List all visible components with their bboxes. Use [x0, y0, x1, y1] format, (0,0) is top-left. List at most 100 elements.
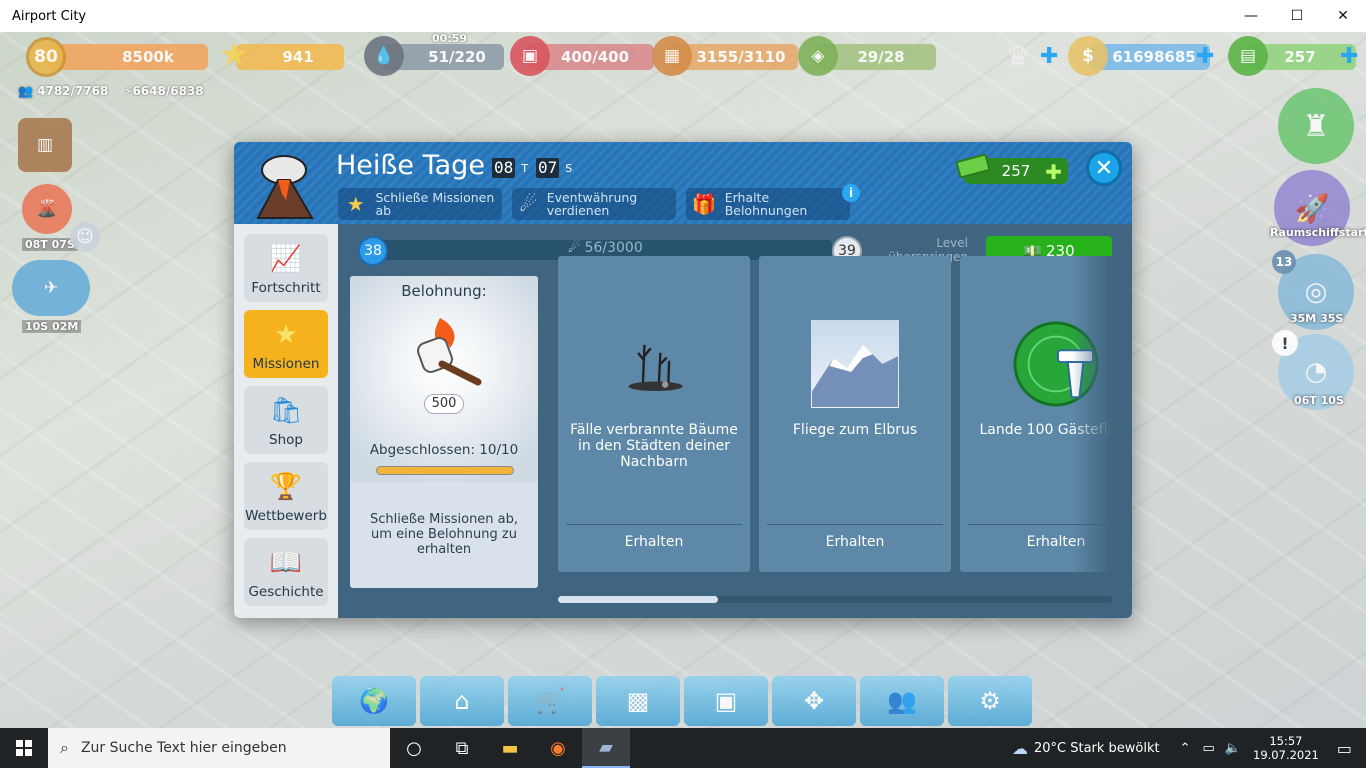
- tab-complete-missions[interactable]: ★ Schließe Missionen ab: [338, 188, 502, 220]
- energy-stat: ⚡6648/6838: [124, 84, 204, 98]
- radar-icon: ◎: [1304, 277, 1328, 307]
- close-dialog-button[interactable]: ✕: [1086, 150, 1122, 186]
- cash-plus-icon[interactable]: ✚: [1340, 44, 1358, 69]
- gauge-icon: ◔: [1304, 357, 1328, 387]
- avatar-icon[interactable]: ☺: [70, 222, 100, 252]
- divider: [566, 524, 742, 525]
- time: 15:57: [1269, 734, 1303, 748]
- current-level: 38: [358, 236, 388, 266]
- device-icon[interactable]: ▭: [1203, 741, 1215, 756]
- nav-item-missions[interactable]: ★ Missionen: [244, 310, 328, 378]
- notification-icon[interactable]: ▭: [1337, 739, 1352, 758]
- chart-icon: 📈: [269, 244, 303, 274]
- scrollbar-thumb[interactable]: [558, 596, 718, 603]
- reward-description: Schließe Missionen ab, um eine Belohnung…: [369, 512, 519, 557]
- mission-claim-button[interactable]: Erhalten: [558, 534, 750, 550]
- banknote-icon: [956, 154, 990, 178]
- timer-secs-unit: S: [565, 161, 573, 175]
- taskbar-search[interactable]: ⌕ Zur Suche Text hier eingeben: [48, 728, 390, 768]
- xp-value: 8500k: [122, 48, 174, 66]
- mission-claim-button[interactable]: Erhalten: [759, 534, 951, 550]
- stars-value: 941: [282, 48, 314, 66]
- shop-cart-button[interactable]: 🛒: [508, 676, 592, 726]
- luggage-value: 3155/3110: [696, 48, 786, 66]
- mountain-icon: [811, 320, 899, 408]
- timeline-icon[interactable]: ⧉: [438, 728, 486, 768]
- add-cash-icon[interactable]: ✚: [1045, 160, 1062, 184]
- dialog-sidebar: 📈 Fortschritt ★ Missionen 🛍 Shop 🏆 Wettb…: [234, 224, 338, 618]
- star-icon: ★: [274, 320, 298, 350]
- volume-icon[interactable]: 🔈: [1225, 741, 1241, 756]
- missions-list[interactable]: Fälle verbrannte Bäume in den Städten de…: [556, 256, 1112, 578]
- crate-button[interactable]: ▩: [596, 676, 680, 726]
- nav-item-progress[interactable]: 📈 Fortschritt: [244, 234, 328, 302]
- bottom-toolbar: 🌍 ⌂ 🛒 ▩ ▣ ✥ 👥 ⚙: [332, 676, 1032, 726]
- level-badge[interactable]: 80: [26, 37, 66, 77]
- firefox-icon[interactable]: ◉: [534, 728, 582, 768]
- nav-label: Fortschritt: [251, 280, 321, 296]
- nav-item-story[interactable]: 📖 Geschichte: [244, 538, 328, 606]
- move-button[interactable]: ✥: [772, 676, 856, 726]
- search-icon: ⌕: [60, 738, 69, 757]
- file-explorer-icon[interactable]: ▬: [486, 728, 534, 768]
- friends-icon: 👥: [887, 687, 917, 715]
- timer-days-unit: T: [521, 161, 528, 175]
- timer-days: 08: [492, 158, 516, 178]
- energy-value: 6648/6838: [132, 84, 204, 98]
- xp-bar[interactable]: 8500k: [48, 44, 208, 70]
- control-tower-icon: ♜: [1302, 108, 1330, 144]
- window-title: Airport City: [12, 8, 87, 24]
- settings-button[interactable]: ⚙: [948, 676, 1032, 726]
- tab-get-rewards[interactable]: 🎁 Erhalte Belohnungen: [686, 188, 850, 220]
- missions-scrollbar[interactable]: [558, 596, 1112, 603]
- coins-icon: $: [1068, 36, 1108, 76]
- nav-label: Wettbewerb: [245, 508, 327, 524]
- wallet-icon[interactable]: ▥: [18, 118, 72, 172]
- maximize-button[interactable]: ☐: [1274, 0, 1320, 32]
- nav-item-shop[interactable]: 🛍 Shop: [244, 386, 328, 454]
- burnt-trees-icon: [610, 320, 698, 408]
- event-countdown: 08 T 07 S: [492, 158, 578, 178]
- speedometer-timer: 06T 10S: [1294, 394, 1344, 407]
- volcano-event-icon[interactable]: 🌋: [22, 184, 72, 234]
- task-view-icon[interactable]: ○: [390, 728, 438, 768]
- marshmallow-icon: ☄: [519, 192, 538, 216]
- dialog-title: Heiße Tage: [336, 150, 485, 181]
- airship-icon[interactable]: ✈: [12, 260, 90, 316]
- clock[interactable]: 15:57 19.07.2021: [1253, 734, 1319, 762]
- friends-button[interactable]: 👥: [860, 676, 944, 726]
- marshmallow-icon: ☄: [568, 240, 581, 256]
- control-tower-button[interactable]: ♜: [1278, 88, 1354, 164]
- alert-icon: !: [1272, 330, 1298, 356]
- info-icon[interactable]: i: [842, 184, 860, 202]
- crown-plus-icon[interactable]: ✚: [1040, 44, 1058, 69]
- reward-completed: Abgeschlossen: 10/10: [369, 442, 519, 458]
- gift-icon: 🎁: [691, 192, 717, 216]
- game-view[interactable]: 8500k 80 941 ★ 00:59 51/220 💧 400/400 ▣ …: [0, 32, 1366, 728]
- start-button[interactable]: [0, 728, 48, 768]
- globe-plane-button[interactable]: 🌍: [332, 676, 416, 726]
- weather-text[interactable]: 20°C Stark bewölkt: [1034, 741, 1160, 756]
- windows-logo-icon: [16, 740, 32, 756]
- tab-label: Erhalte Belohnungen: [724, 190, 808, 218]
- reward-title: Belohnung:: [401, 282, 487, 300]
- hangar-button[interactable]: ⌂: [420, 676, 504, 726]
- nav-item-competition[interactable]: 🏆 Wettbewerb: [244, 462, 328, 530]
- event-dialog: Heiße Tage 08 T 07 S ★ Schließe Missione…: [234, 142, 1132, 618]
- chest-button[interactable]: ▣: [684, 676, 768, 726]
- date: 19.07.2021: [1253, 748, 1319, 762]
- coins-bar[interactable]: 61698685: [1090, 44, 1210, 70]
- backpack-value: 29/28: [857, 48, 905, 66]
- coins-plus-icon[interactable]: ✚: [1196, 44, 1214, 69]
- crown-icon[interactable]: ♛: [998, 36, 1038, 76]
- minimize-button[interactable]: —: [1228, 0, 1274, 32]
- tab-label: Eventwährung verdienen: [546, 190, 638, 218]
- tab-earn-currency[interactable]: ☄ Eventwährung verdienen: [512, 188, 676, 220]
- marshmallow-stick-icon: [417, 318, 482, 386]
- dialog-cash[interactable]: 257 ✚: [956, 154, 1068, 184]
- star-icon: ★: [218, 35, 250, 75]
- close-window-button[interactable]: ✕: [1320, 0, 1366, 32]
- airport-city-taskbar-icon[interactable]: ▰: [582, 728, 630, 768]
- chevron-up-icon[interactable]: ⌃: [1180, 741, 1191, 756]
- star-icon: ★: [346, 192, 365, 216]
